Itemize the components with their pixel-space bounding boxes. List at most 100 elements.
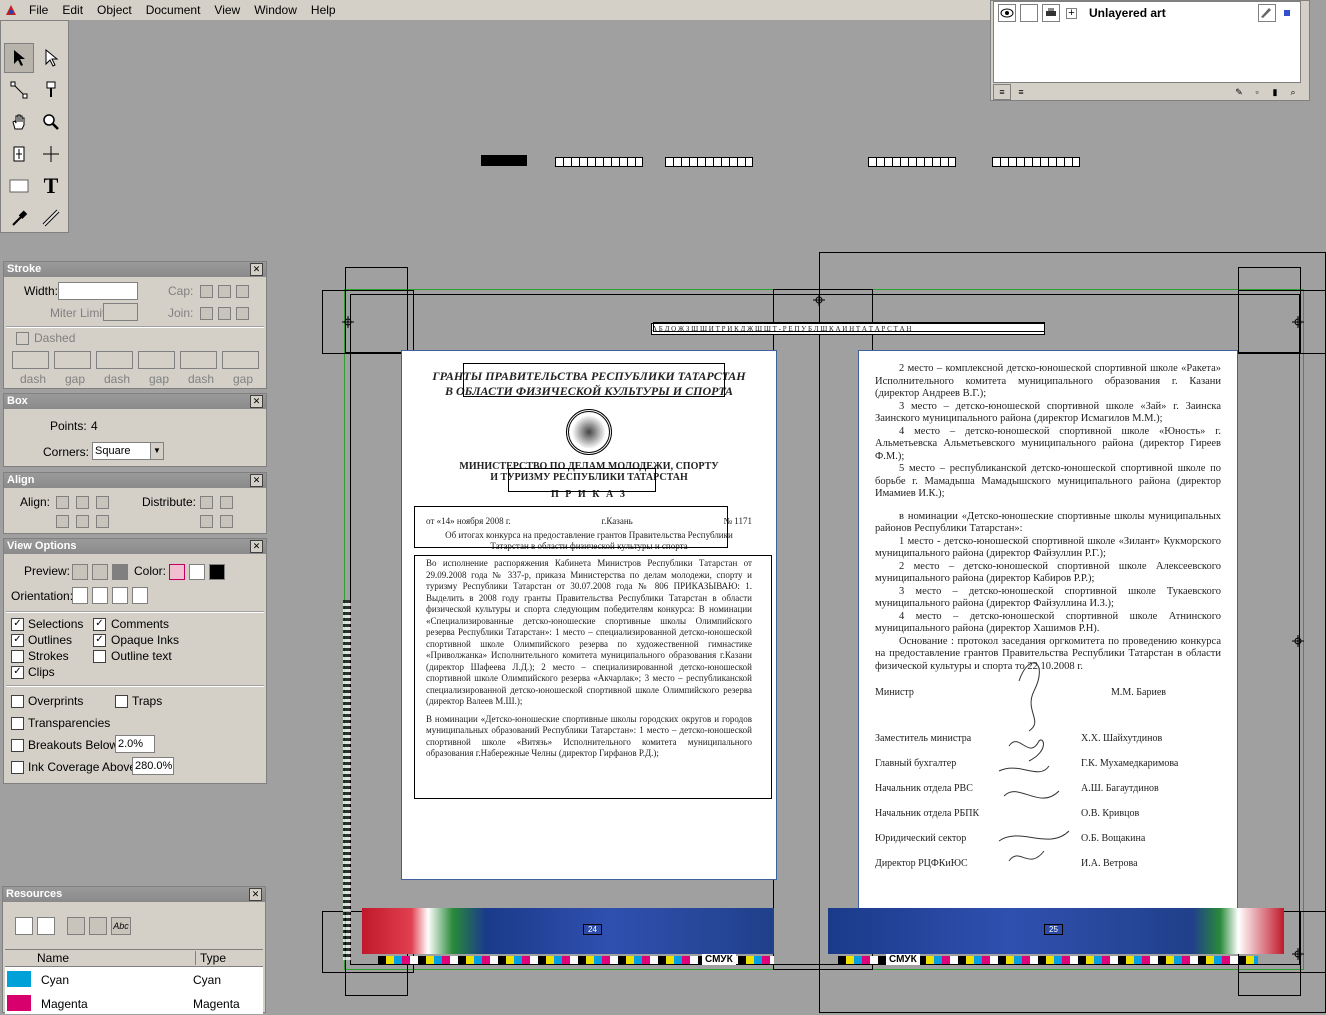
align-center-v-icon[interactable] xyxy=(76,515,89,528)
text-frame[interactable] xyxy=(508,468,656,492)
overprints-checkbox[interactable] xyxy=(11,695,24,708)
orient-right-icon[interactable] xyxy=(132,587,148,604)
distribute-h-icon[interactable] xyxy=(200,496,213,509)
color-white-icon[interactable] xyxy=(209,564,225,580)
orient-left-icon[interactable] xyxy=(92,587,108,604)
selections-checkbox[interactable]: ✓ xyxy=(11,618,24,631)
align-bottom-icon[interactable] xyxy=(96,515,109,528)
resource-font-icon[interactable]: Abc xyxy=(111,917,131,935)
expand-icon[interactable]: + xyxy=(1066,7,1077,19)
dash-field-1[interactable] xyxy=(12,351,49,369)
menu-file[interactable]: File xyxy=(22,0,55,20)
menu-edit[interactable]: Edit xyxy=(55,0,90,20)
gap-field-3[interactable] xyxy=(222,351,259,369)
text-frame[interactable] xyxy=(414,555,772,799)
text-frame[interactable] xyxy=(414,506,728,548)
outline-text-checkbox[interactable] xyxy=(93,650,106,663)
traps-label: Traps xyxy=(132,694,163,708)
text-frame[interactable] xyxy=(463,363,725,397)
menu-help[interactable]: Help xyxy=(304,0,343,20)
table-row[interactable]: Cyan Cyan xyxy=(5,967,263,991)
preview-outline-icon[interactable] xyxy=(72,564,88,580)
crop-tool-icon[interactable] xyxy=(4,139,34,169)
breakouts-field[interactable]: 2.0% xyxy=(115,735,155,753)
resource-group-icon[interactable] xyxy=(67,917,85,935)
dash-field-3[interactable] xyxy=(180,351,217,369)
breakouts-checkbox[interactable] xyxy=(11,739,24,752)
color-black-icon[interactable] xyxy=(189,564,205,580)
align-top-icon[interactable] xyxy=(56,515,69,528)
eyedropper-icon[interactable] xyxy=(4,203,34,233)
transparencies-checkbox[interactable] xyxy=(11,717,24,730)
menu-window[interactable]: Window xyxy=(247,0,304,20)
orient-up-icon[interactable] xyxy=(72,587,88,604)
menu-document[interactable]: Document xyxy=(139,0,208,20)
registration-box xyxy=(345,267,408,353)
brush-icon[interactable] xyxy=(36,75,66,105)
width-field[interactable] xyxy=(58,282,138,300)
join-bevel-icon[interactable] xyxy=(236,307,249,320)
dashed-checkbox[interactable] xyxy=(16,332,29,345)
cap-butt-icon[interactable] xyxy=(200,285,213,298)
col-type-header[interactable]: Type xyxy=(195,951,226,965)
join-round-icon[interactable] xyxy=(218,307,231,320)
miter-field[interactable] xyxy=(103,303,138,321)
close-icon[interactable]: ✕ xyxy=(249,888,262,901)
align-left-icon[interactable] xyxy=(56,496,69,509)
selection-arrow-icon[interactable] xyxy=(4,43,34,73)
table-row[interactable]: Magenta Magenta xyxy=(5,991,263,1015)
resource-image-icon[interactable] xyxy=(89,917,107,935)
preview-separated-icon[interactable] xyxy=(92,564,108,580)
align-right-icon[interactable] xyxy=(96,496,109,509)
preview-composite-icon[interactable] xyxy=(112,564,128,580)
cap-square-icon[interactable] xyxy=(236,285,249,298)
strokes-checkbox[interactable] xyxy=(11,650,24,663)
corners-select[interactable]: Square ▼ xyxy=(92,442,164,460)
chevron-down-icon[interactable]: ▼ xyxy=(150,443,163,459)
traps-checkbox[interactable] xyxy=(115,695,128,708)
layer-color-icon[interactable] xyxy=(1284,10,1290,16)
menu-object[interactable]: Object xyxy=(90,0,139,20)
rectangle-icon[interactable] xyxy=(4,171,34,201)
resource-grid-view-icon[interactable] xyxy=(37,917,55,935)
color-magenta-icon[interactable] xyxy=(169,564,185,580)
outlines-checkbox[interactable]: ✓ xyxy=(11,634,24,647)
text-tool-icon[interactable]: T xyxy=(36,171,66,201)
join-miter-icon[interactable] xyxy=(200,307,213,320)
distribute-v-icon[interactable] xyxy=(220,496,233,509)
ink-coverage-field[interactable]: 280.0% xyxy=(132,757,174,775)
ruler-icon[interactable] xyxy=(36,203,66,233)
col-name-header[interactable]: Name xyxy=(37,951,69,965)
color-label: Color: xyxy=(134,564,167,578)
crosshair-icon xyxy=(342,316,354,328)
zoom-icon[interactable] xyxy=(36,107,66,137)
close-icon[interactable]: ✕ xyxy=(250,540,263,553)
resource-list-view-icon[interactable] xyxy=(15,917,33,935)
page-right[interactable]: А Б Д О Ж З Ш Ш И Т Р И К Д Ж Ш Ш Т - Р … xyxy=(651,323,1238,910)
direct-select-icon[interactable] xyxy=(36,43,66,73)
cap-round-icon[interactable] xyxy=(218,285,231,298)
comments-checkbox[interactable]: ✓ xyxy=(93,618,106,631)
text-frame[interactable] xyxy=(653,322,1045,332)
layer-name[interactable]: Unlayered art xyxy=(1089,6,1258,20)
orient-down-icon[interactable] xyxy=(112,587,128,604)
close-icon[interactable]: ✕ xyxy=(250,395,263,408)
gap-field-2[interactable] xyxy=(138,351,175,369)
gap-field-1[interactable] xyxy=(54,351,91,369)
ink-coverage-checkbox[interactable] xyxy=(11,761,24,774)
dash-field-2[interactable] xyxy=(96,351,133,369)
distribute-space-v-icon[interactable] xyxy=(220,515,233,528)
move-cross-icon[interactable] xyxy=(36,139,66,169)
close-icon[interactable]: ✕ xyxy=(250,474,263,487)
menu-view[interactable]: View xyxy=(207,0,247,20)
close-icon[interactable]: ✕ xyxy=(250,263,263,276)
node-tool-icon[interactable] xyxy=(4,75,34,105)
document-canvas[interactable]: ГРАНТЫ ПРАВИТЕЛЬСТВА РЕСПУБЛИКИ ТАТАРСТА… xyxy=(270,20,1326,1013)
opaque-inks-checkbox[interactable]: ✓ xyxy=(93,634,106,647)
hand-icon[interactable] xyxy=(4,107,34,137)
crosshair-icon xyxy=(813,294,825,306)
align-center-h-icon[interactable] xyxy=(76,496,89,509)
print-mark-strip xyxy=(665,157,753,167)
distribute-space-h-icon[interactable] xyxy=(200,515,213,528)
clips-checkbox[interactable]: ✓ xyxy=(11,666,24,679)
